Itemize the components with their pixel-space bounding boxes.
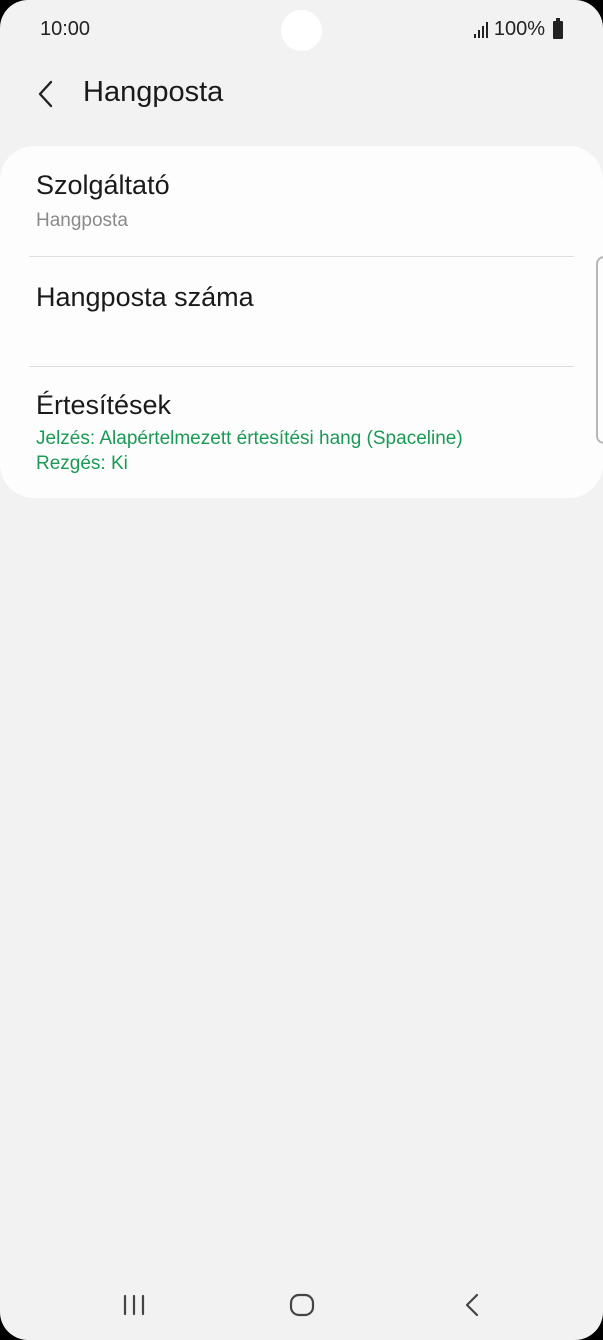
- battery-percent: 100%: [493, 18, 545, 40]
- nav-back-button[interactable]: [442, 1278, 502, 1332]
- navigation-bar: [0, 1270, 603, 1340]
- home-icon: [289, 1293, 315, 1317]
- back-icon: [465, 1293, 479, 1317]
- chevron-left-icon: [38, 80, 53, 108]
- back-button[interactable]: [28, 74, 64, 114]
- recents-button[interactable]: [104, 1278, 164, 1332]
- settings-card: Szolgáltató Hangposta Hangposta száma Ér…: [0, 146, 603, 498]
- signal-icon: [473, 21, 488, 38]
- setting-item-subtitle: Hangposta: [36, 210, 128, 231]
- setting-item-title: Szolgáltató: [36, 170, 170, 200]
- home-button[interactable]: [272, 1278, 332, 1332]
- vibration-status: Rezgés: Ki: [36, 453, 128, 474]
- setting-item-title: Értesítések: [36, 390, 172, 420]
- setting-item-voicemail-number[interactable]: Hangposta száma: [0, 256, 603, 366]
- page-title: Hangposta: [83, 76, 224, 108]
- camera-cutout: [281, 10, 322, 51]
- phone-screen: 10:00 100% Hangposta Szolgáltató Hangpos…: [0, 0, 603, 1340]
- setting-item-notifications[interactable]: Értesítések Jelzés: Alapértelmezett érte…: [0, 366, 603, 498]
- status-time: 10:00: [40, 18, 91, 40]
- setting-item-title: Hangposta száma: [36, 282, 254, 312]
- setting-item-provider[interactable]: Szolgáltató Hangposta: [0, 146, 603, 256]
- status-bar: 10:00 100%: [0, 0, 603, 60]
- app-header: Hangposta: [0, 60, 603, 130]
- status-indicators: 100%: [473, 17, 563, 41]
- notification-sound-status: Jelzés: Alapértelmezett értesítési hang …: [36, 428, 463, 449]
- recents-icon: [123, 1294, 145, 1316]
- scroll-indicator[interactable]: [596, 256, 603, 444]
- battery-icon: [553, 17, 563, 39]
